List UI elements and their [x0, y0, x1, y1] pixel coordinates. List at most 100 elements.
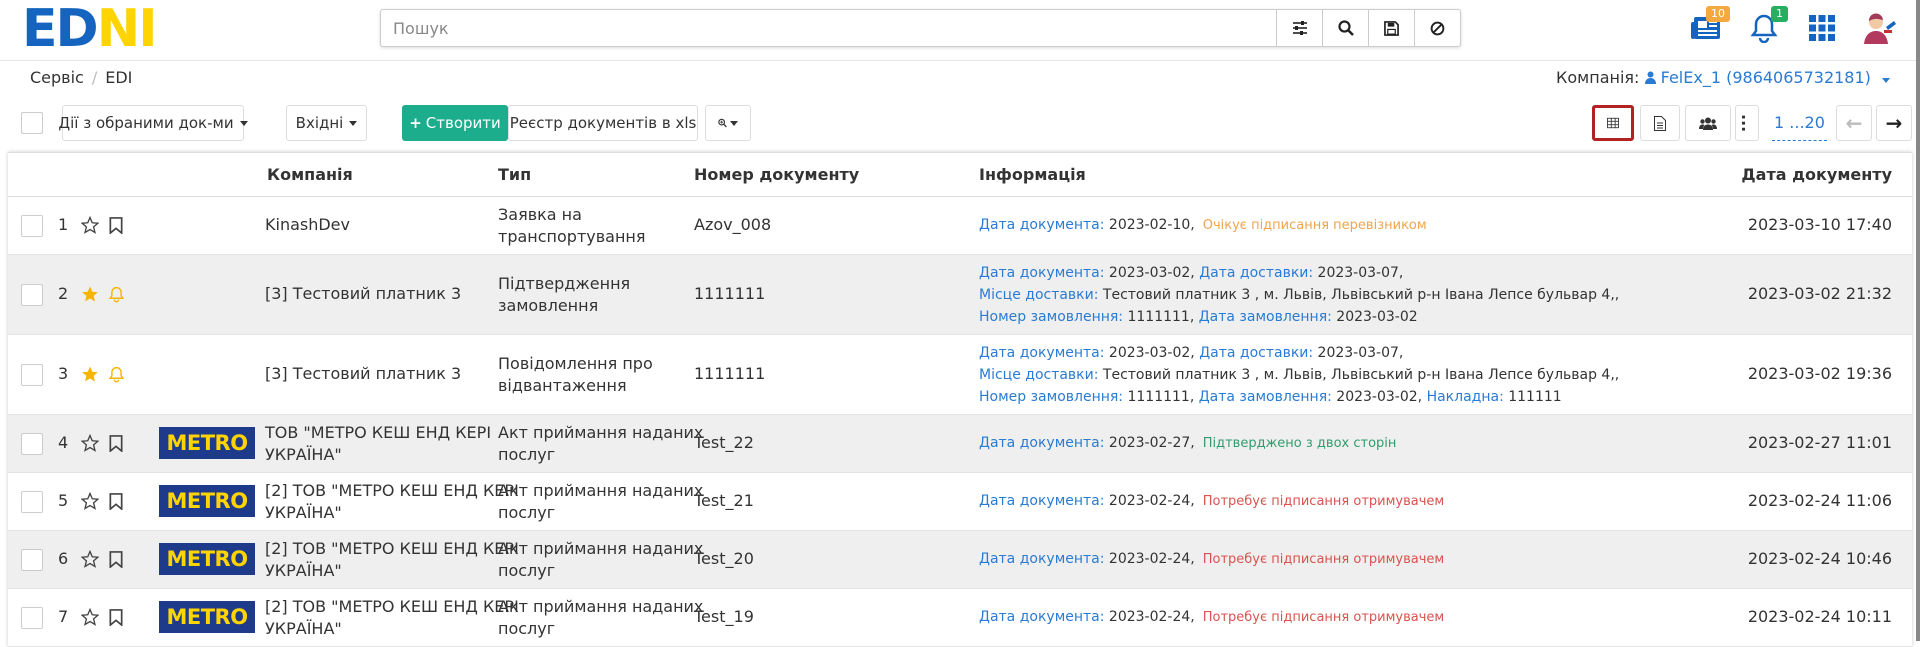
- star-icon[interactable]: [80, 549, 100, 569]
- star-icon[interactable]: [80, 607, 100, 627]
- row-number: 3: [58, 364, 69, 383]
- row-doc-date: 2023-02-27 11:01: [1747, 433, 1892, 452]
- row-company-line1: ТОВ "МЕТРО КЕШ ЕНД КЕРІ: [265, 423, 492, 442]
- folder-dropdown[interactable]: Вхідні: [286, 105, 367, 141]
- row-checkbox[interactable]: [21, 549, 43, 571]
- row-number: 7: [58, 607, 69, 626]
- table-view-button[interactable]: [1592, 105, 1634, 141]
- row-checkbox[interactable]: [21, 284, 43, 306]
- table-row[interactable]: 2 [3] Тестовий платник 3 Підтвердження за…: [8, 255, 1912, 335]
- star-icon[interactable]: [80, 215, 100, 235]
- info-label: Дата документа:: [979, 217, 1105, 233]
- table-row[interactable]: 3 [3] Тестовий платник 3 Повідомлення пр…: [8, 335, 1912, 415]
- create-button[interactable]: + Створити: [402, 105, 508, 141]
- group-view-button[interactable]: [1685, 105, 1731, 141]
- more-options-button[interactable]: ...: [1735, 105, 1759, 141]
- info-value: Тестовий платник 3 , м. Львів, Львівськи…: [1098, 287, 1620, 303]
- row-checkbox[interactable]: [21, 491, 43, 513]
- info-value: 2023-02-10,: [1104, 217, 1195, 233]
- reset-search-button[interactable]: [1414, 10, 1460, 46]
- info-label: Дата замовлення:: [1198, 309, 1332, 325]
- edin-logo[interactable]: ED N I: [22, 0, 158, 59]
- row-checkbox[interactable]: [21, 607, 43, 629]
- info-label: Дата документа:: [979, 265, 1105, 281]
- chevron-down-icon: [349, 120, 358, 126]
- row-number: 6: [58, 549, 69, 568]
- bell-icon[interactable]: [106, 364, 126, 384]
- chevron-down-icon: [239, 120, 248, 126]
- export-xls-button[interactable]: Реєстр документів в xls: [508, 105, 698, 141]
- info-value: 2023-03-02,: [1104, 265, 1195, 281]
- bell-icon[interactable]: [106, 284, 126, 304]
- row-checkbox[interactable]: [21, 215, 43, 237]
- row-doc-number: 1111111: [694, 284, 766, 303]
- star-icon[interactable]: [80, 491, 100, 511]
- export-xls-label: Реєстр документів в xls: [509, 114, 697, 132]
- bookmark-icon[interactable]: [106, 491, 126, 511]
- logo-text-ed: ED: [22, 0, 99, 59]
- row-checkbox[interactable]: [21, 364, 43, 386]
- breadcrumb-edi[interactable]: EDI: [105, 68, 132, 87]
- star-filled-icon[interactable]: [80, 284, 100, 304]
- row-company-line2: УКРАЇНА": [265, 619, 342, 638]
- table-row[interactable]: 5 METRO [2] ТОВ "МЕТРО КЕШ ЕНД КЕРІ УКРАЇ…: [8, 473, 1912, 531]
- table-row[interactable]: 7 METRO [2] ТОВ "МЕТРО КЕШ ЕНД КЕРІ УКРАЇ…: [8, 589, 1912, 647]
- document-view-button[interactable]: [1640, 105, 1680, 141]
- save-search-button[interactable]: [1368, 10, 1414, 46]
- news-button[interactable]: 10: [1688, 6, 1730, 46]
- page-scrollbar[interactable]: [1916, 0, 1920, 641]
- table-row[interactable]: 1 KinashDev Заявка на транспортування Azo…: [8, 197, 1912, 255]
- breadcrumb-service[interactable]: Сервіс: [30, 68, 84, 87]
- row-number: 4: [58, 433, 69, 452]
- row-type-line2: відвантаження: [498, 376, 627, 395]
- bookmark-icon[interactable]: [106, 607, 126, 627]
- info-label: Дата замовлення:: [1198, 389, 1332, 405]
- bookmark-icon[interactable]: [106, 215, 126, 235]
- row-number: 2: [58, 284, 69, 303]
- header-info[interactable]: Інформація: [979, 165, 1086, 184]
- row-company: KinashDev: [265, 215, 350, 234]
- prev-page-button[interactable]: ←: [1836, 105, 1872, 141]
- row-company: [3] Тестовий платник 3: [265, 364, 462, 383]
- document-icon: [1654, 115, 1666, 131]
- table-row[interactable]: 6 METRO [2] ТОВ "МЕТРО КЕШ ЕНД КЕРІ УКРАЇ…: [8, 531, 1912, 589]
- row-type-line1: Акт приймання наданих: [498, 539, 704, 558]
- star-filled-icon[interactable]: [80, 364, 100, 384]
- avatar-icon: [1864, 13, 1896, 44]
- metro-logo: METRO: [159, 427, 255, 459]
- search-button[interactable]: [1322, 10, 1368, 46]
- next-page-button[interactable]: →: [1876, 105, 1912, 141]
- page-range-label: 1 ...20: [1774, 113, 1825, 132]
- notifications-button[interactable]: 1: [1746, 6, 1788, 46]
- ban-icon: [1430, 21, 1445, 35]
- info-label: Місце доставки:: [979, 367, 1099, 383]
- header-doc-number[interactable]: Номер документу: [694, 165, 859, 184]
- header-company[interactable]: Компанія: [267, 165, 353, 184]
- search-icon: [1337, 20, 1354, 36]
- company-dropdown[interactable]: FelEx_1 (9864065732181): [1644, 68, 1890, 87]
- search-bar: [380, 9, 1461, 47]
- info-value: 111111: [1503, 389, 1562, 405]
- status-text: Підтверджено з двох сторін: [1202, 436, 1397, 451]
- page-range[interactable]: 1 ...20: [1772, 105, 1827, 141]
- info-label: Дата документа:: [979, 609, 1105, 625]
- row-info: Дата документа: 2023-02-10, Очікує підпис…: [979, 214, 1427, 237]
- bookmark-icon[interactable]: [106, 433, 126, 453]
- row-info: Дата документа: 2023-02-24, Потребує підп…: [979, 548, 1444, 571]
- info-value: 2023-03-02,: [1104, 345, 1195, 361]
- header-doc-date[interactable]: Дата документу: [1741, 165, 1892, 184]
- table-row[interactable]: 4 METRO ТОВ "МЕТРО КЕШ ЕНД КЕРІ УКРАЇНА" …: [8, 415, 1912, 473]
- row-type-line2: послуг: [498, 561, 556, 580]
- user-avatar[interactable]: [1862, 10, 1898, 46]
- filter-settings-button[interactable]: [1276, 10, 1322, 46]
- row-type-line1: Акт приймання наданих: [498, 423, 704, 442]
- bulk-actions-dropdown[interactable]: Дії з обраними док-ми: [58, 105, 248, 141]
- star-icon[interactable]: [80, 433, 100, 453]
- bookmark-icon[interactable]: [106, 549, 126, 569]
- search-input[interactable]: [381, 10, 1276, 46]
- apps-button[interactable]: [1804, 10, 1840, 46]
- select-all-checkbox[interactable]: [21, 112, 43, 134]
- header-type[interactable]: Тип: [498, 165, 531, 184]
- zoom-dropdown[interactable]: [705, 105, 751, 141]
- row-checkbox[interactable]: [21, 433, 43, 455]
